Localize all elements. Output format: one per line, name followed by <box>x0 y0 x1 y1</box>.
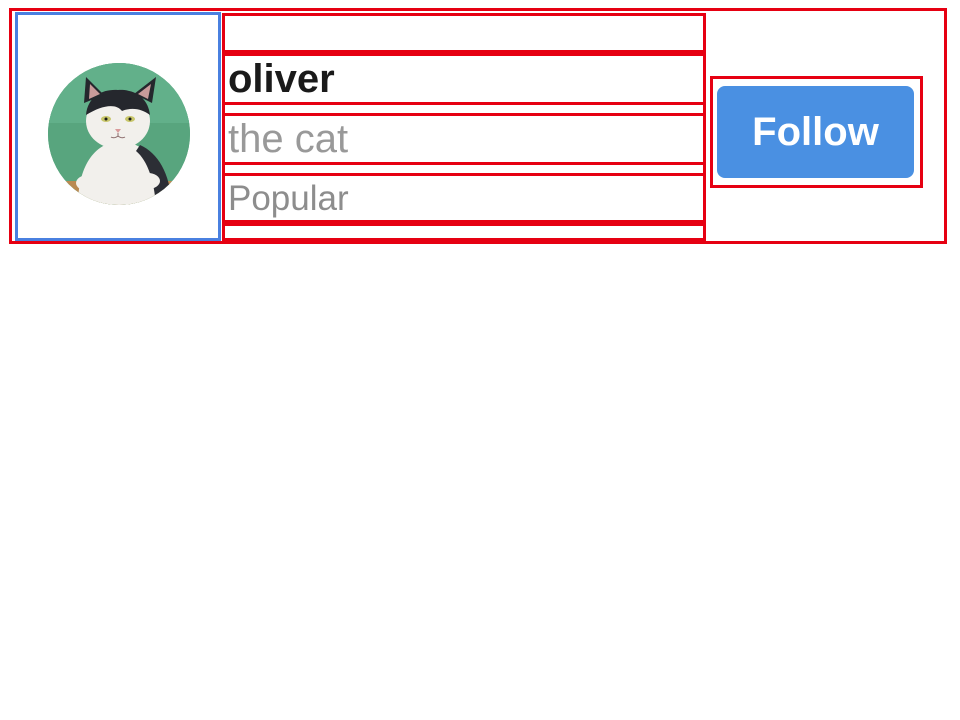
cat-photo-icon <box>48 63 190 205</box>
follow-button[interactable]: Follow <box>717 86 914 178</box>
popular-badge: Popular <box>228 178 349 218</box>
user-name[interactable]: oliver <box>225 59 335 99</box>
user-subtitle-row: the cat <box>222 113 706 165</box>
user-info-spacer-bottom <box>222 223 706 241</box>
user-name-row: oliver <box>222 53 706 105</box>
user-subtitle: the cat <box>228 117 349 161</box>
user-info-spacer-top <box>222 13 706 53</box>
user-badge-row: Popular <box>222 173 706 223</box>
avatar[interactable] <box>48 63 190 205</box>
